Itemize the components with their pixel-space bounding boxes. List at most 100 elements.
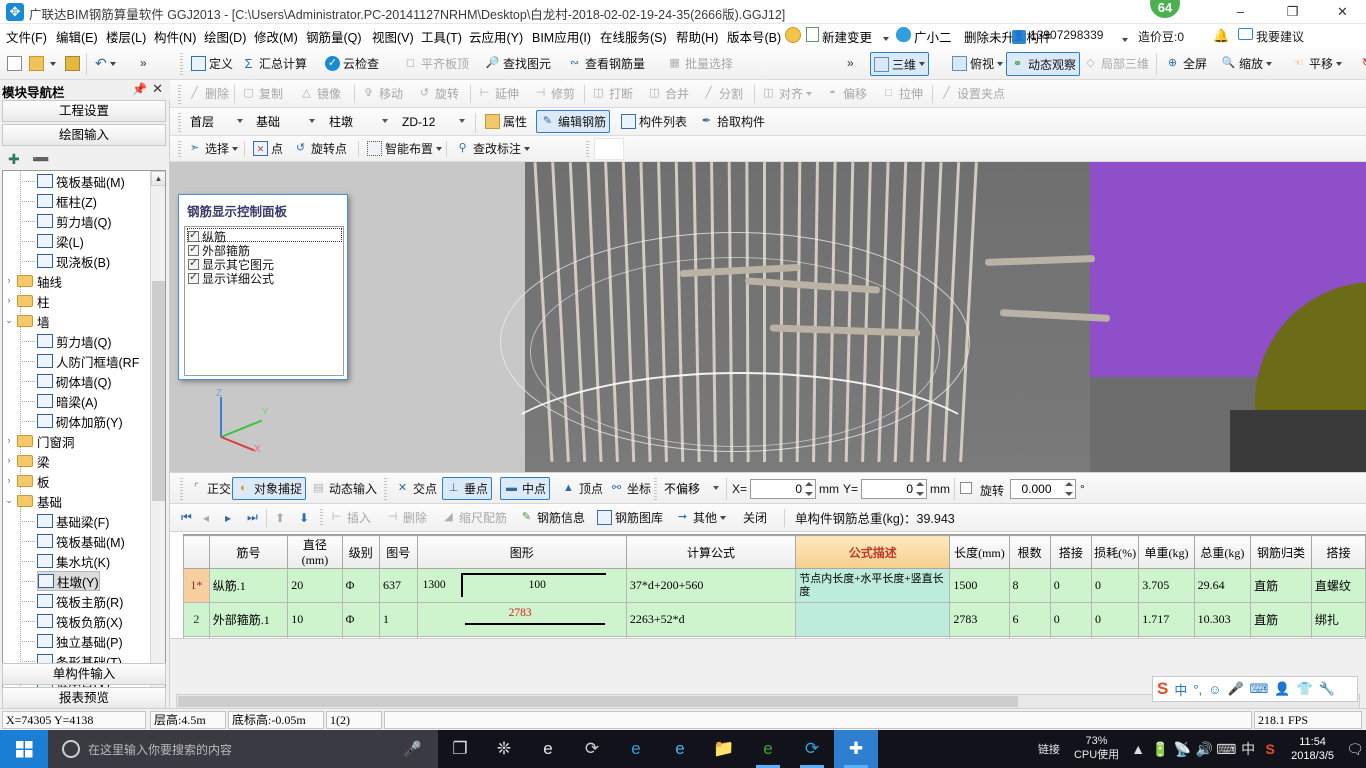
task-view-icon[interactable]: ❐ bbox=[438, 730, 482, 768]
chinese-ime-icon[interactable]: 中 bbox=[1237, 730, 1259, 768]
rebar-display-control-panel[interactable]: 钢筋显示控制面板 纵筋 外部箍筋 显示其它图元 显示详细公式 bbox=[178, 194, 348, 380]
tree-item-23[interactable]: 独立基础(P) bbox=[37, 631, 123, 651]
menu-item-tools[interactable]: 工具(T) bbox=[421, 27, 462, 46]
assistant-avatar-icon[interactable] bbox=[785, 27, 801, 46]
tree-item-12[interactable]: 砌体加筋(Y) bbox=[37, 411, 123, 431]
project-settings-button[interactable]: 工程设置 bbox=[2, 100, 166, 122]
column-header-grade[interactable]: 级别 bbox=[341, 535, 380, 569]
tree-item-18[interactable]: 筏板基础(M) bbox=[37, 531, 125, 551]
rebar-panel-options-list[interactable]: 纵筋 外部箍筋 显示其它图元 显示详细公式 bbox=[184, 226, 344, 376]
account-caret-icon[interactable] bbox=[1119, 32, 1128, 46]
taskbar-app-edge[interactable]: e bbox=[614, 730, 658, 768]
save-icon[interactable] bbox=[62, 48, 86, 79]
cell-shape[interactable]: 1300 100 bbox=[416, 568, 627, 603]
checkbox-show-detail-formula[interactable] bbox=[188, 270, 199, 284]
feedback-button[interactable]: 我要建议 bbox=[1256, 28, 1304, 45]
align-slab-top-button[interactable]: ◻ 平齐板顶 bbox=[400, 48, 472, 79]
skin-icon[interactable]: 👕 bbox=[1297, 681, 1313, 697]
component-list-button[interactable]: 构件列表 bbox=[618, 108, 690, 135]
column-header-rebar_no[interactable]: 筋号 bbox=[208, 535, 289, 569]
maximize-button[interactable]: ❐ bbox=[1270, 0, 1315, 24]
find-element-button[interactable]: 🔎 查找图元 bbox=[482, 48, 554, 79]
rebar-library-button[interactable]: 钢筋图库 bbox=[594, 504, 666, 531]
first-record-icon[interactable]: ⏮ bbox=[178, 504, 195, 531]
tree-twisty-14[interactable]: › bbox=[3, 455, 15, 465]
close-button[interactable]: ✕ bbox=[1320, 0, 1365, 24]
tree-item-10[interactable]: 砌体墙(Q) bbox=[37, 371, 112, 391]
assistant-button[interactable]: 广小二 bbox=[914, 27, 952, 46]
undo-icon[interactable]: ↶ bbox=[92, 48, 119, 79]
punctuation-icon[interactable]: °, bbox=[1193, 682, 1202, 697]
cell-total_weight[interactable]: 10.303 bbox=[1193, 602, 1252, 637]
rebar-table[interactable]: 筋号 直径(mm) 级别 图号 图形 计算公式 公式描述 长度(mm) 根数 搭接 损耗(%) 单重(… bbox=[183, 535, 1366, 638]
report-preview-button[interactable]: 报表预览 bbox=[2, 687, 166, 709]
other-button[interactable]: ➞ 其他 bbox=[672, 504, 729, 531]
tree-item-2[interactable]: 剪力墙(Q) bbox=[37, 211, 112, 231]
summary-calc-button[interactable]: Σ 汇总计算 bbox=[238, 48, 310, 79]
tree-item-20[interactable]: 柱墩(Y) bbox=[37, 571, 100, 591]
offset-mode-select[interactable]: 不偏移 bbox=[660, 479, 722, 498]
select-tool-button[interactable]: ➣ 选择 bbox=[184, 136, 241, 161]
column-header-class[interactable]: 钢筋归类 bbox=[1250, 535, 1312, 569]
rebar-table-container[interactable]: 筋号 直径(mm) 级别 图号 图形 计算公式 公式描述 长度(mm) 根数 搭接 损耗(%) 单重(… bbox=[183, 534, 1366, 638]
drawing-input-button[interactable]: 绘图输入 bbox=[2, 124, 166, 146]
menu-item-edit[interactable]: 编辑(E) bbox=[56, 27, 98, 46]
windows-start-icon[interactable] bbox=[0, 730, 48, 768]
tree-item-22[interactable]: 筏板负筋(X) bbox=[37, 611, 123, 631]
tree-item-16[interactable]: 基础 bbox=[17, 491, 62, 511]
tools-icon[interactable]: 🔧 bbox=[1319, 681, 1335, 697]
keyboard-icon[interactable]: ⌨ bbox=[1250, 681, 1269, 697]
rotate-checkbox[interactable] bbox=[960, 482, 972, 494]
smart-layout-button[interactable]: 智能布置 bbox=[364, 136, 445, 161]
column-header-formula[interactable]: 计算公式 bbox=[625, 535, 797, 569]
cell-rebar_no[interactable]: 纵筋.1 bbox=[208, 568, 289, 603]
cell-formula[interactable]: 37*d+200+560 bbox=[625, 568, 797, 603]
cell-length[interactable]: 2783 bbox=[949, 602, 1010, 637]
open-folder-icon[interactable] bbox=[26, 48, 59, 79]
mirror-button[interactable]: △ 镜像 bbox=[296, 80, 344, 107]
taskbar-app-edge-legacy[interactable]: e bbox=[526, 730, 570, 768]
checkbox-longitudinal[interactable] bbox=[188, 228, 199, 242]
new-change-caret-icon[interactable] bbox=[880, 31, 889, 45]
tree-item-15[interactable]: 板 bbox=[17, 471, 50, 491]
column-header-unit_weight[interactable]: 单重(kg) bbox=[1138, 535, 1195, 569]
column-header-length[interactable]: 长度(mm) bbox=[949, 535, 1010, 569]
taskbar-app-explorer[interactable]: 📁 bbox=[702, 730, 746, 768]
feedback-icon[interactable] bbox=[1238, 28, 1253, 43]
cell-formula[interactable]: 2263+52*d bbox=[625, 602, 797, 637]
tree-twisty-13[interactable]: › bbox=[3, 435, 15, 445]
split-button[interactable]: ╱ 分割 bbox=[698, 80, 746, 107]
voice-icon[interactable]: 🎤 bbox=[1227, 681, 1243, 697]
pin-icon[interactable]: 📌 bbox=[132, 82, 147, 96]
view-3d-button[interactable]: 三维 bbox=[870, 52, 930, 76]
notification-icon[interactable]: 🗨 bbox=[1344, 730, 1366, 768]
edit-rebar-button[interactable]: ✎ 编辑钢筋 bbox=[536, 110, 611, 133]
taskbar-app-glodon[interactable]: ⟳ bbox=[790, 730, 834, 768]
menu-item-version[interactable]: 版本号(B) bbox=[727, 27, 781, 46]
dynamic-input-toggle[interactable]: ▤ 动态输入 bbox=[308, 473, 380, 503]
menu-item-component[interactable]: 构件(N) bbox=[154, 27, 196, 46]
perpendicular-snap-toggle[interactable]: ⊥ 垂点 bbox=[442, 477, 493, 500]
cell-lap[interactable]: 0 bbox=[1049, 568, 1093, 603]
pick-component-button[interactable]: ✒ 拾取构件 bbox=[696, 108, 768, 135]
taskbar-app-ie[interactable]: e bbox=[658, 730, 702, 768]
table-row[interactable]: 1* 纵筋.1 20 Φ 637 1300 100 37*d+200+560 节点内长度+水平长… bbox=[183, 568, 1366, 603]
single-component-input-button[interactable]: 单构件输入 bbox=[2, 663, 166, 685]
new-change-icon[interactable] bbox=[806, 27, 819, 45]
batch-select-button[interactable]: ▦ 批量选择 bbox=[664, 48, 736, 79]
user-dict-icon[interactable]: 👤 bbox=[1274, 681, 1290, 697]
vertex-snap-toggle[interactable]: ▲ 顶点 bbox=[558, 473, 606, 503]
tree-item-21[interactable]: 筏板主筋(R) bbox=[37, 591, 123, 611]
cell-diameter[interactable]: 20 bbox=[287, 568, 343, 603]
rotate-input[interactable]: 0.000 bbox=[1010, 479, 1076, 499]
cell-loss[interactable]: 0 bbox=[1091, 568, 1140, 603]
tree-item-6[interactable]: 柱 bbox=[17, 291, 50, 311]
cell-grade[interactable]: Φ bbox=[341, 568, 380, 603]
cell-fig_no[interactable]: 1 bbox=[378, 602, 418, 637]
floor-select[interactable]: 首层 bbox=[186, 112, 246, 131]
tree-twisty-15[interactable]: › bbox=[3, 475, 15, 485]
tree-item-0[interactable]: 筏板基础(M) bbox=[37, 171, 125, 191]
copy-button[interactable]: ▢ 复制 bbox=[238, 80, 286, 107]
assistant-icon[interactable] bbox=[896, 27, 911, 45]
object-snap-toggle[interactable]: ◐ 对象捕捉 bbox=[232, 477, 307, 500]
